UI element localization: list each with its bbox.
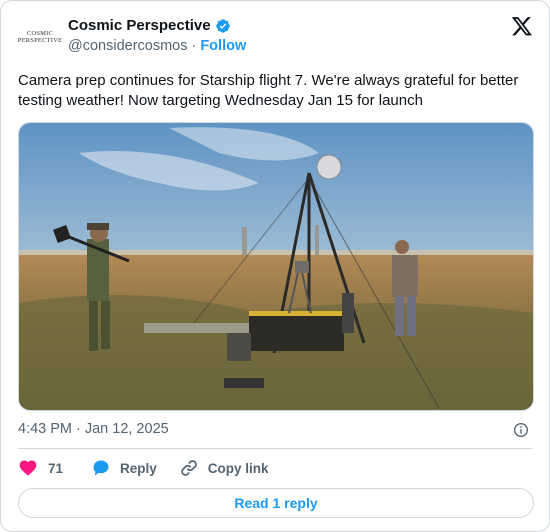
info-icon[interactable] (513, 422, 529, 438)
reply-bubble-icon (93, 460, 109, 476)
reply-button[interactable]: Reply (91, 458, 157, 478)
link-icon (181, 460, 197, 476)
handle-row: @considercosmos · Follow (68, 38, 246, 54)
avatar-logo-line2: PERSPECTIVE (17, 37, 63, 44)
avatar-logo-line1: COSMIC (26, 30, 54, 37)
post-text: Camera prep continues for Starship fligh… (18, 72, 519, 109)
heart-icon (19, 460, 37, 476)
embedded-post-card: COSMIC PERSPECTIVE Cosmic Perspective @c… (0, 0, 550, 532)
like-button[interactable]: 71 (18, 458, 63, 478)
camera-setup-photo (19, 123, 533, 410)
name-row: Cosmic Perspective (68, 17, 231, 34)
x-logo-icon[interactable] (511, 15, 533, 37)
copy-link-label: Copy link (207, 460, 269, 476)
verified-badge-icon (215, 18, 230, 33)
post-timestamp[interactable]: 4:43 PM · Jan 12, 2025 (18, 421, 169, 437)
avatar[interactable]: COSMIC PERSPECTIVE (18, 15, 62, 59)
post-photo[interactable] (18, 122, 534, 411)
divider (18, 448, 532, 449)
post-date: Jan 12, 2025 (84, 421, 169, 437)
handle[interactable]: @considercosmos (68, 38, 187, 54)
like-count: 71 (48, 460, 64, 476)
handle-separator: · (191, 38, 197, 54)
action-bar: 71 Reply Copy link (18, 458, 269, 478)
post-header: COSMIC PERSPECTIVE Cosmic Perspective @c… (18, 13, 535, 57)
read-replies-button[interactable]: Read 1 reply (18, 488, 534, 518)
timestamp-separator: · (76, 421, 81, 437)
post-time: 4:43 PM (18, 421, 72, 437)
reply-label: Reply (120, 460, 157, 476)
copy-link-button[interactable]: Copy link (179, 458, 269, 478)
follow-button[interactable]: Follow (200, 38, 246, 54)
display-name[interactable]: Cosmic Perspective (68, 17, 211, 34)
